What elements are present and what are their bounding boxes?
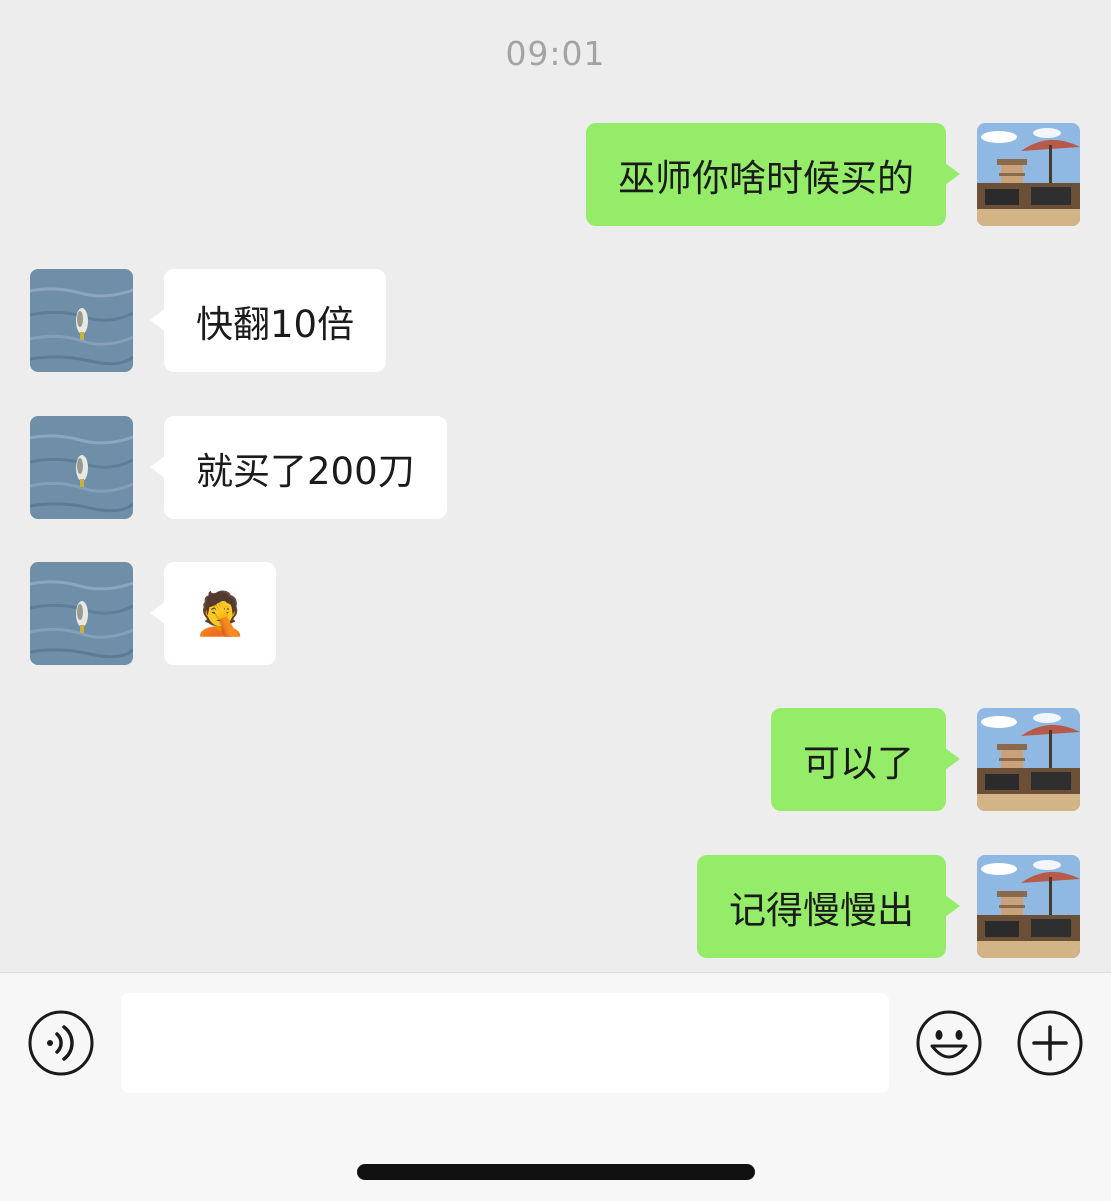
avatar-image <box>977 855 1080 958</box>
message-text: 可以了 <box>803 741 914 785</box>
emoji-smile-icon[interactable] <box>916 1010 982 1076</box>
voice-icon[interactable] <box>28 1010 94 1076</box>
message-bubble-outgoing[interactable]: 记得慢慢出 <box>697 855 960 958</box>
contact-avatar[interactable] <box>30 269 133 372</box>
self-avatar[interactable] <box>977 708 1080 811</box>
message-text: 快翻10倍 <box>196 302 355 346</box>
avatar-image <box>977 708 1080 811</box>
contact-avatar[interactable] <box>30 416 133 519</box>
message-input[interactable] <box>121 993 889 1093</box>
message-bubble-outgoing[interactable]: 可以了 <box>771 708 960 811</box>
self-avatar[interactable] <box>977 855 1080 958</box>
message-bubble-incoming[interactable]: 快翻10倍 <box>149 269 387 372</box>
avatar-image <box>30 562 133 665</box>
message-bubble-incoming[interactable]: 就买了200刀 <box>150 416 447 519</box>
chat-timestamp: 09:01 <box>505 34 606 73</box>
avatar-image <box>30 269 133 372</box>
message-text: 巫师你啥时候买的 <box>618 156 914 200</box>
avatar-image <box>30 416 133 519</box>
message-text: 记得慢慢出 <box>729 888 914 932</box>
contact-avatar[interactable] <box>30 562 133 665</box>
avatar-image <box>977 123 1080 226</box>
message-text: 就买了200刀 <box>196 449 415 493</box>
plus-circle-icon[interactable] <box>1017 1010 1083 1076</box>
message-bubble-incoming[interactable]: 🤦 <box>149 562 277 665</box>
facepalm-emoji: 🤦 <box>194 588 247 638</box>
message-bubble-outgoing[interactable]: 巫师你啥时候买的 <box>586 123 960 226</box>
self-avatar[interactable] <box>977 123 1080 226</box>
home-indicator[interactable] <box>357 1164 755 1180</box>
